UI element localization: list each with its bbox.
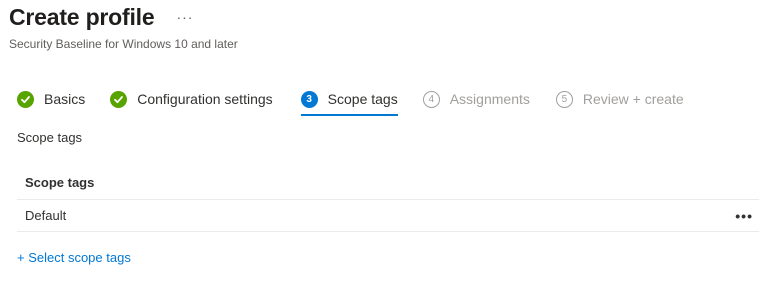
select-scope-tags-link[interactable]: + Select scope tags [17, 250, 131, 265]
create-profile-page: Create profile ··· Security Baseline for… [0, 0, 777, 283]
step-label: Review + create [582, 91, 684, 107]
page-subtitle: Security Baseline for Windows 10 and lat… [9, 37, 238, 51]
scope-tags-table: Scope tags Default ••• [17, 166, 759, 232]
step-scope-tags[interactable]: 3 Scope tags [300, 88, 398, 116]
table-row: Default ••• [17, 200, 759, 232]
step-assignments[interactable]: 4 Assignments [422, 88, 530, 110]
scope-tag-name: Default [25, 208, 67, 223]
column-header-scope-tags: Scope tags [17, 166, 759, 200]
checkmark-icon [110, 90, 128, 108]
row-more-options-icon[interactable]: ••• [735, 208, 753, 224]
step-number: 4 [422, 90, 440, 108]
checkmark-icon [17, 90, 34, 108]
page-title: Create profile [9, 4, 155, 30]
title-row: Create profile ··· [9, 4, 193, 31]
section-label: Scope tags [17, 130, 83, 145]
wizard-steps: Basics Configuration settings 3 Scope ta… [17, 88, 684, 116]
step-label: Configuration settings [137, 91, 273, 107]
step-label: Scope tags [327, 91, 398, 107]
step-number: 5 [555, 90, 573, 108]
step-label: Basics [44, 91, 86, 107]
more-options-icon[interactable]: ··· [176, 9, 193, 25]
step-configuration-settings[interactable]: Configuration settings [110, 88, 273, 110]
step-label: Assignments [449, 91, 530, 107]
step-basics[interactable]: Basics [17, 88, 85, 110]
step-review-create[interactable]: 5 Review + create [555, 88, 684, 110]
step-number: 3 [300, 90, 318, 108]
